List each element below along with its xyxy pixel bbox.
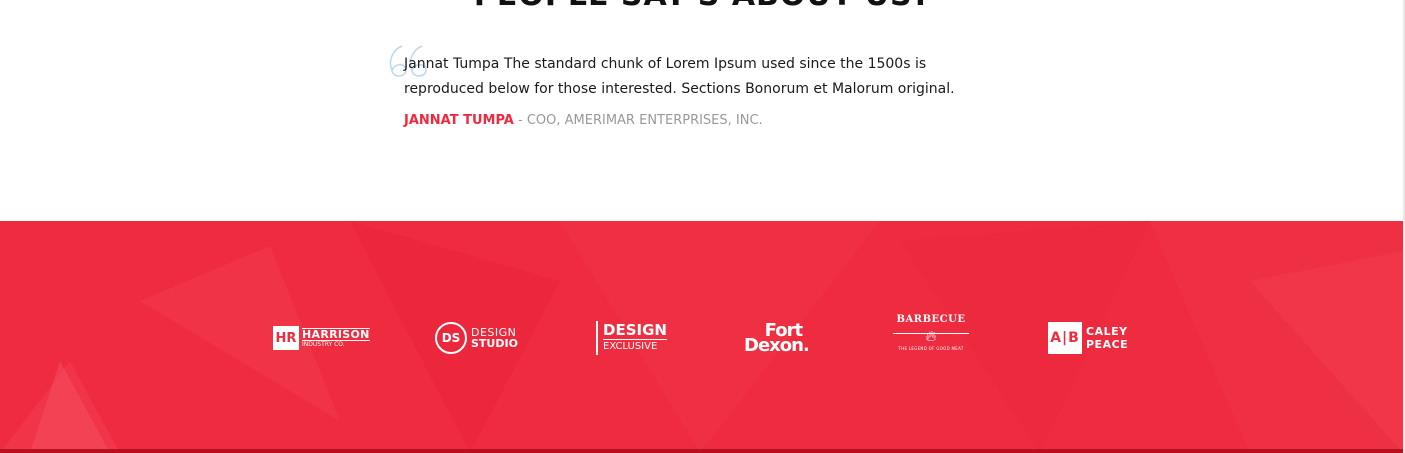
testimonial-author: JANNAT TUMPA - COO, AMERIMAR ENTERPRISES… — [404, 113, 1030, 128]
harrison-sub: INDUSTRY CO. — [302, 340, 345, 348]
client-logo-barbecue[interactable]: BARBECUE 🔥︎ THE LEGEND OF GOOD MEAT — [892, 314, 970, 356]
flame-icon: 🔥︎ — [925, 327, 937, 345]
design-studio-line2: STUDIO — [471, 337, 518, 350]
barbecue-divider — [893, 333, 969, 334]
client-logo-harrison[interactable]: HR HARRISON INDUSTRY CO. — [273, 318, 370, 358]
author-separator: - — [513, 113, 527, 128]
client-logo-caley-peace[interactable]: A|B CALEY PEACE — [1048, 318, 1128, 358]
barbecue-tagline: THE LEGEND OF GOOD MEAT — [898, 346, 964, 351]
design-studio-mark: DS — [435, 322, 467, 354]
testimonial: Jannat Tumpa The standard chunk of Lorem… — [389, 45, 1030, 128]
clients-band: HR HARRISON INDUSTRY CO. DS DESIGN STUDI… — [0, 221, 1403, 453]
barbecue-title: BARBECUE — [896, 314, 966, 325]
testimonial-quote: Jannat Tumpa The standard chunk of Lorem… — [404, 56, 955, 97]
harrison-mark: HR — [273, 326, 299, 350]
caley-peace-mark: A|B — [1048, 322, 1082, 354]
caley-peace-line2: PEACE — [1086, 338, 1129, 351]
client-logo-design-studio[interactable]: DS DESIGN STUDIO — [435, 318, 518, 358]
fort-dexon-line2: Dexon. — [744, 335, 810, 356]
client-logos: HR HARRISON INDUSTRY CO. DS DESIGN STUDI… — [260, 314, 1140, 358]
caley-peace-line1: CALEY — [1086, 325, 1128, 338]
design-exclusive-line2: EXCLUSIVE — [603, 341, 658, 352]
band-bottom-edge — [0, 449, 1403, 453]
client-logo-fort-dexon[interactable]: Fort Dexon. — [744, 318, 810, 358]
section-heading: PEOPLE SAY'S ABOUT US? — [0, 0, 1405, 13]
harrison-name: HARRISON — [302, 327, 370, 341]
client-logo-design-exclusive[interactable]: DESIGN EXCLUSIVE — [596, 318, 667, 358]
design-exclusive-line1: DESIGN — [603, 321, 667, 340]
author-name: JANNAT TUMPA — [404, 113, 514, 128]
author-role: COO, AMERIMAR ENTERPRISES, INC. — [526, 113, 763, 128]
